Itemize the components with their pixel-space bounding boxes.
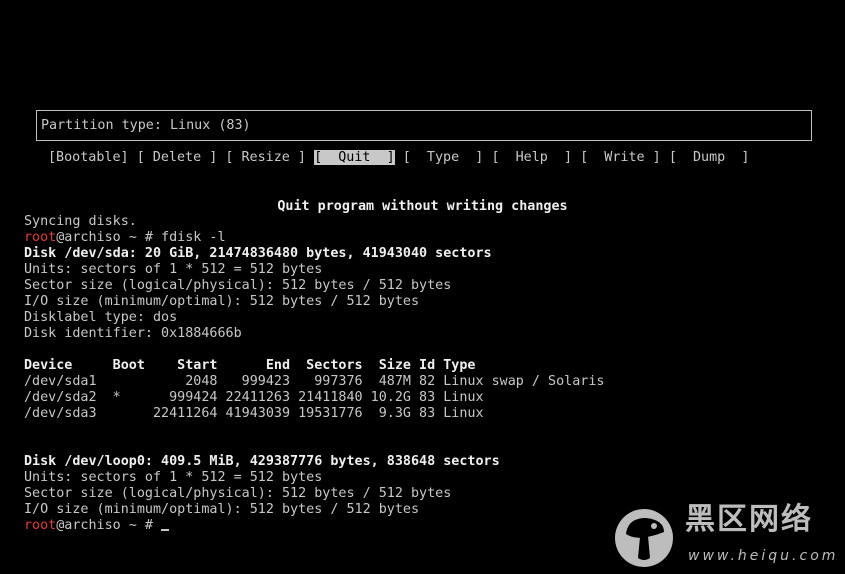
fdisk-menu-bar: [Bootable] [ Delete ] [ Resize ] [ Quit … — [48, 150, 749, 166]
disk1-units: Units: sectors of 1 * 512 = 512 bytes — [24, 262, 323, 277]
disk1-identifier: Disk identifier: 0x1884666b — [24, 326, 242, 341]
menu-dump-button[interactable]: [ Dump ] — [669, 150, 750, 165]
menu-description: Quit program without writing changes — [277, 199, 568, 214]
disk1-header: Disk /dev/sda: 20 GiB, 21474836480 bytes… — [24, 246, 492, 261]
text-cursor — [161, 529, 170, 531]
menu-help-button[interactable]: [ Help ] — [491, 150, 572, 165]
partition-type-text: Partition type: Linux (83) — [41, 118, 251, 133]
disk1-io-size: I/O size (minimum/optimal): 512 bytes / … — [24, 294, 420, 309]
command-text: fdisk -l — [161, 230, 226, 245]
table-row: /dev/sda3 22411264 41943039 19531776 9.3… — [24, 406, 484, 421]
disk2-io-size: I/O size (minimum/optimal): 512 bytes / … — [24, 502, 420, 517]
table-row: /dev/sda2 * 999424 22411263 21411840 10.… — [24, 390, 484, 405]
partition-table-header: Device Boot Start End Sectors Size Id Ty… — [24, 358, 476, 373]
prompt-user: root — [24, 230, 57, 245]
menu-delete-button[interactable]: [ Delete ] — [137, 150, 218, 165]
syncing-line: Syncing disks. — [24, 214, 137, 229]
watermark-url: www.heiqu.com — [688, 548, 839, 564]
menu-resize-button[interactable]: [ Resize ] — [225, 150, 306, 165]
disk2-sector-size: Sector size (logical/physical): 512 byte… — [24, 486, 452, 501]
menu-bootable-button[interactable]: [Bootable] — [48, 150, 129, 165]
prompt-host: @archiso ~ # — [56, 230, 162, 245]
disk1-sector-size: Sector size (logical/physical): 512 byte… — [24, 278, 452, 293]
table-row: /dev/sda1 2048 999423 997376 487M 82 Lin… — [24, 374, 605, 389]
disk2-header: Disk /dev/loop0: 409.5 MiB, 429387776 by… — [24, 454, 500, 469]
mushroom-logo-icon — [615, 509, 673, 567]
menu-write-button[interactable]: [ Write ] — [580, 150, 661, 165]
disk2-units: Units: sectors of 1 * 512 = 512 bytes — [24, 470, 323, 485]
menu-type-button[interactable]: [ Type ] — [403, 150, 484, 165]
menu-quit-button[interactable]: [ Quit ] — [314, 150, 395, 165]
prompt-host: @archiso ~ # — [56, 518, 162, 533]
disk1-label-type: Disklabel type: dos — [24, 310, 178, 325]
watermark-text: 黑区网络 — [685, 502, 813, 537]
prompt-user: root — [24, 518, 57, 533]
prompt-line[interactable]: root@archiso ~ # — [24, 518, 604, 534]
site-watermark: 黑区网络 www.heiqu.com — [610, 502, 840, 568]
terminal-output: Syncing disks. root@archiso ~ # fdisk -l… — [24, 214, 604, 534]
partition-type-box: Partition type: Linux (83) — [36, 110, 812, 141]
prompt-line: root@archiso ~ # fdisk -l — [24, 230, 604, 246]
